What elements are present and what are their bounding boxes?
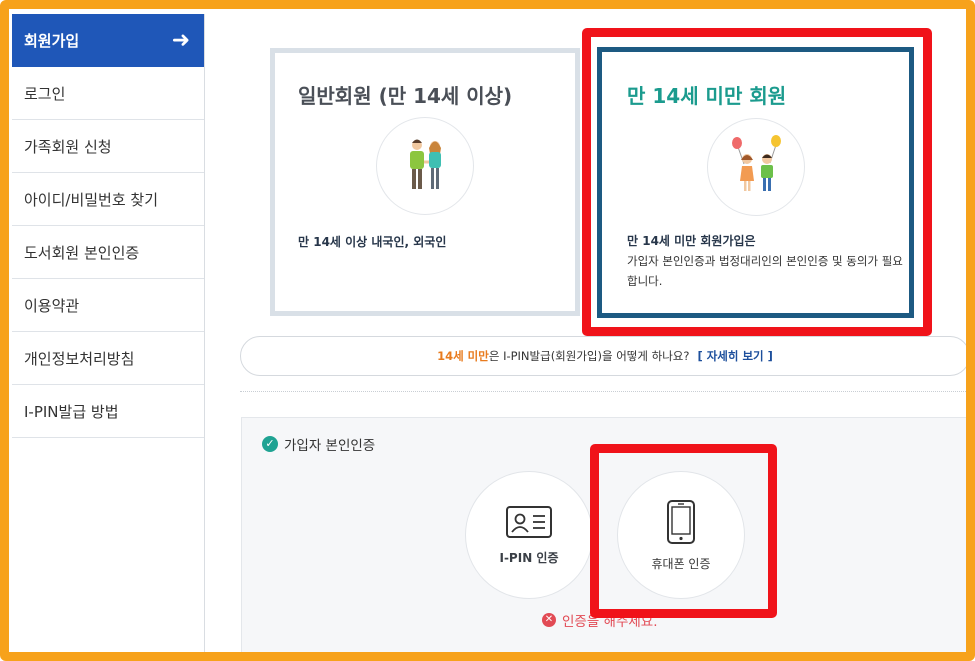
phone-auth-label: 휴대폰 인증 [651, 556, 711, 571]
minor-member-card[interactable]: 만 14세 미만 회원 만 14세 미만 회원가입은 가입자 본인인증과 법정대… [597, 47, 914, 318]
adult-couple-icon [376, 117, 474, 215]
error-icon: ✕ [542, 613, 556, 627]
sidebar-item-label: 가족회원 신청 [24, 137, 112, 156]
card-subtext: 가입자 본인인증과 법정대리인의 본인인증 및 동의가 필요합니다. [627, 254, 903, 288]
sidebar-item-family[interactable]: 가족회원 신청 [12, 120, 204, 173]
sidebar-item-login[interactable]: 로그인 [12, 67, 204, 120]
info-highlight: 14세 미만 [437, 349, 489, 363]
info-text: 은 I-PIN발급(회원가입)을 어떻게 하나요? [488, 349, 690, 363]
card-description: 만 14세 이상 내국인, 외국인 [298, 235, 447, 249]
card-description: 만 14세 미만 회원가입은 [627, 234, 756, 248]
phone-auth-button[interactable]: 휴대폰 인증 [617, 471, 745, 599]
panel-title-label: 가입자 본인인증 [284, 438, 376, 454]
sidebar-item-signup[interactable]: 회원가입 ➜ [12, 14, 204, 67]
sidebar-item-label: 개인정보처리방침 [24, 349, 135, 368]
sidebar-item-privacy[interactable]: 개인정보처리방침 [12, 332, 204, 385]
error-text: 인증을 해주세요. [562, 614, 658, 630]
sidebar-item-label: 도서회원 본인인증 [24, 243, 140, 262]
ipin-info-banner: 14세 미만 은 I-PIN발급(회원가입)을 어떻게 하나요? [ 자세히 보… [240, 336, 970, 376]
sidebar-item-label: I-PIN발급 방법 [24, 402, 119, 421]
general-member-card[interactable]: 일반회원 (만 14세 이상) 만 14세 이상 내국인, 외국인 [270, 48, 580, 316]
divider [240, 391, 968, 392]
ipin-auth-button[interactable]: I-PIN 인증 [465, 471, 593, 599]
sidebar-item-terms[interactable]: 이용약관 [12, 279, 204, 332]
ipin-auth-label: I-PIN 인증 [499, 550, 559, 565]
sidebar-item-label: 아이디/비밀번호 찾기 [24, 190, 159, 209]
identity-verification-panel: ✓ 가입자 본인인증 I-PIN 인증 휴대폰 인증 ✕ 인증을 해주세요. [241, 417, 968, 657]
details-link[interactable]: [ 자세히 보기 ] [697, 348, 772, 364]
id-card-icon [506, 505, 552, 538]
verification-error: ✕ 인증을 해주세요. [542, 610, 658, 630]
sidebar-item-label: 로그인 [24, 84, 66, 103]
arrow-right-icon: ➜ [171, 27, 190, 53]
card-title: 만 14세 미만 회원 [627, 84, 787, 108]
sidebar-item-label: 이용약관 [24, 296, 80, 315]
panel-title: ✓ 가입자 본인인증 [262, 434, 375, 454]
card-title: 일반회원 (만 14세 이상) [298, 84, 513, 108]
children-balloons-icon [707, 118, 805, 216]
smartphone-icon [667, 499, 695, 544]
sidebar-item-ipin[interactable]: I-PIN발급 방법 [12, 385, 204, 438]
sidebar-item-library-auth[interactable]: 도서회원 본인인증 [12, 226, 204, 279]
sidebar: 회원가입 ➜ 로그인 가족회원 신청 아이디/비밀번호 찾기 도서회원 본인인증… [12, 14, 205, 654]
check-icon: ✓ [262, 436, 278, 452]
sidebar-header-label: 회원가입 [24, 32, 80, 50]
sidebar-item-find-id[interactable]: 아이디/비밀번호 찾기 [12, 173, 204, 226]
